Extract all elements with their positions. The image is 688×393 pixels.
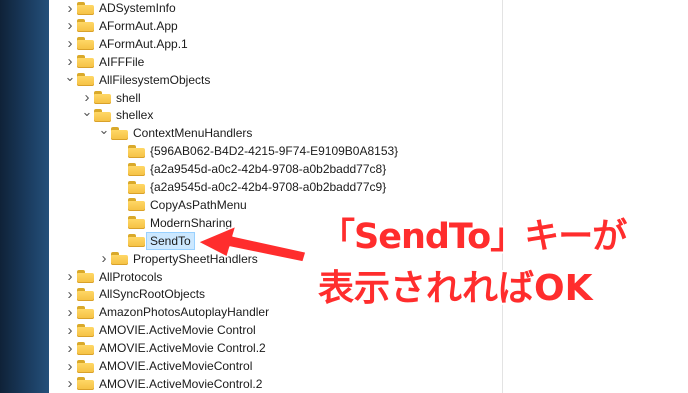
red-arrow-shape — [197, 225, 307, 263]
red-arrow — [197, 225, 307, 263]
annotation-line-2: 表示されればOK — [318, 268, 593, 309]
annotation-line-1: 「SendTo」キーが — [320, 217, 627, 257]
